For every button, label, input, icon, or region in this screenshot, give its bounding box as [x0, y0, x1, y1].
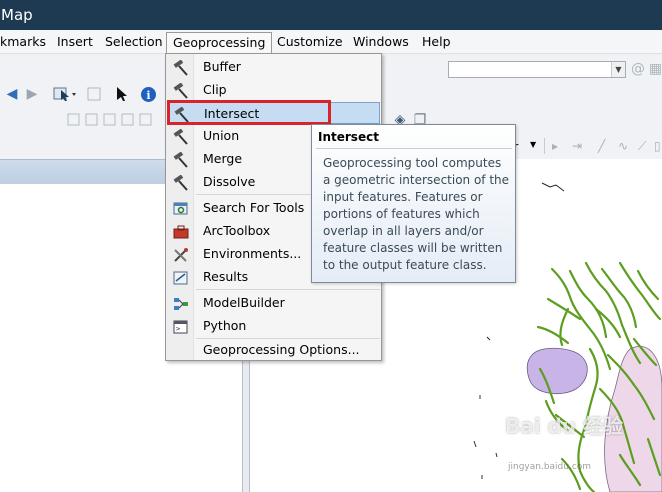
svg-text:>: > — [176, 325, 180, 333]
forward-arrow-icon[interactable]: ▶ — [24, 86, 40, 102]
map-lake — [526, 347, 588, 395]
layer-combo-box[interactable]: ▼ — [448, 61, 626, 78]
curve-segment-icon[interactable]: ∿ — [618, 139, 628, 153]
menu-windows[interactable]: Windows — [353, 33, 409, 53]
watermark-url: jingyan.baidu.com — [508, 462, 592, 472]
pointer-icon[interactable] — [114, 86, 130, 102]
menu-item-geoprocessing-options[interactable]: Geoprocessing Options... — [167, 339, 380, 361]
menu-insert[interactable]: Insert — [57, 33, 93, 53]
chevron-down-icon[interactable]: ▼ — [530, 140, 536, 149]
hammer-icon — [172, 59, 189, 76]
intersect-tooltip: Intersect Geoprocessing tool computes a … — [311, 124, 516, 283]
spiral-tool-icon[interactable]: @ — [630, 60, 646, 78]
python-window-icon: > — [172, 318, 189, 335]
watermark-text: Bai du 经验 — [505, 414, 624, 438]
edit-annotation-icon[interactable]: ⇥ — [572, 139, 582, 153]
menu-item-clip[interactable]: Clip — [167, 79, 380, 101]
select-elements-icon[interactable] — [52, 86, 78, 102]
hammer-icon — [172, 82, 189, 99]
menubar: kmarks Insert Selection Geoprocessing Cu… — [0, 30, 662, 54]
clear-selection-icon[interactable] — [86, 86, 102, 102]
search-window-icon — [172, 200, 189, 217]
tooltip-body: Geoprocessing tool computes a geometric … — [323, 156, 510, 272]
menu-item-python[interactable]: > Python — [167, 315, 380, 337]
menu-geoprocessing[interactable]: Geoprocessing — [166, 32, 273, 54]
window-title: Map — [1, 6, 33, 24]
map-feature — [541, 182, 565, 192]
menu-help[interactable]: Help — [422, 33, 451, 53]
menu-item-modelbuilder[interactable]: ModelBuilder — [167, 292, 380, 314]
window-titlebar: Map — [0, 0, 662, 30]
tooltip-title: Intersect — [318, 130, 379, 144]
menu-separator — [196, 289, 380, 290]
hammer-icon — [172, 174, 189, 191]
disabled-tools-icon — [64, 112, 164, 128]
hammer-icon — [172, 128, 189, 145]
back-arrow-icon[interactable]: ◀ — [4, 86, 20, 102]
toolbox-icon — [172, 223, 189, 240]
hammer-icon — [172, 151, 189, 168]
environments-icon — [172, 246, 189, 263]
menu-customize[interactable]: Customize — [277, 33, 343, 53]
map-feature — [473, 395, 498, 479]
chevron-down-icon[interactable]: ▼ — [611, 62, 625, 77]
menu-bookmarks[interactable]: kmarks — [0, 33, 46, 53]
edit-tool-icon[interactable]: ▸ — [552, 139, 558, 153]
straight-segment-icon[interactable]: ╱ — [598, 139, 605, 153]
annotation-highlight-box — [167, 100, 331, 125]
tooltip-separator — [316, 148, 512, 149]
grid-tool-icon[interactable]: ▦ — [649, 60, 662, 78]
trace-tool-icon[interactable]: ⟋ — [638, 139, 646, 154]
toolbar-separator — [544, 138, 545, 154]
map-feature — [486, 336, 491, 341]
menu-item-buffer[interactable]: Buffer — [167, 56, 380, 78]
identify-icon[interactable]: i — [140, 86, 157, 103]
menu-selection[interactable]: Selection — [105, 33, 163, 53]
results-icon — [172, 269, 189, 286]
svg-text:i: i — [146, 89, 150, 102]
modelbuilder-icon — [172, 295, 189, 312]
map-toolbar: or ▼ ▸ ⇥ ╱ ∿ ⟋ ▯ — [500, 136, 662, 158]
more-tools-icon[interactable]: ▯ — [654, 139, 661, 153]
